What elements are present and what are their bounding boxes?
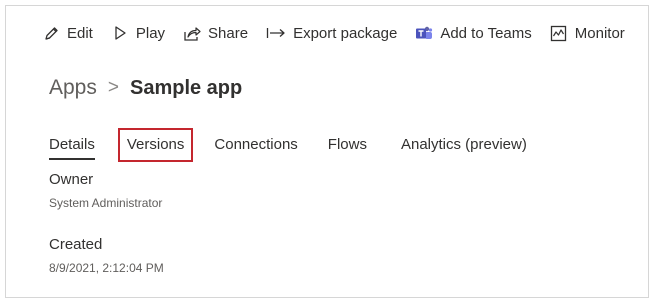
pencil-icon [42, 24, 60, 42]
owner-value: System Administrator [49, 196, 163, 210]
edit-label: Edit [67, 24, 93, 42]
owner-field: Owner System Administrator [49, 171, 162, 210]
tab-connections[interactable]: Connections [214, 134, 297, 160]
breadcrumb-apps-link[interactable]: Apps [49, 76, 97, 100]
tab-analytics-preview[interactable]: Analytics (preview) [401, 134, 527, 160]
breadcrumb: Apps > Sample app [49, 76, 242, 100]
teams-icon [415, 24, 433, 42]
tab-flows[interactable]: Flows [328, 134, 367, 160]
command-bar: Edit Play Share Export package Add to Te [42, 20, 625, 46]
created-field: Created 8/9/2021, 2:12:04 PM [49, 236, 164, 275]
play-button[interactable]: Play [111, 24, 165, 42]
add-to-teams-label: Add to Teams [440, 24, 532, 42]
page-title: Sample app [129, 76, 243, 99]
play-label: Play [135, 24, 166, 42]
monitor-icon [550, 24, 568, 42]
created-value: 8/9/2021, 2:12:04 PM [49, 261, 164, 275]
play-icon [111, 24, 129, 42]
owner-label: Owner [49, 171, 94, 188]
tab-versions[interactable]: Versions [117, 128, 194, 162]
edit-button[interactable]: Edit [42, 24, 93, 42]
share-icon [183, 24, 201, 42]
monitor-label: Monitor [574, 24, 625, 42]
tab-bar: Details Versions Connections Flows Analy… [49, 128, 527, 162]
export-package-label: Export package [293, 24, 398, 42]
breadcrumb-separator: > [107, 77, 119, 98]
export-package-button[interactable]: Export package [266, 24, 397, 42]
created-label: Created [49, 236, 103, 253]
share-button[interactable]: Share [183, 24, 248, 42]
export-arrow-icon [266, 24, 286, 42]
monitor-button[interactable]: Monitor [550, 24, 625, 42]
share-label: Share [208, 24, 249, 42]
add-to-teams-button[interactable]: Add to Teams [415, 24, 532, 42]
tab-details[interactable]: Details [49, 134, 95, 160]
